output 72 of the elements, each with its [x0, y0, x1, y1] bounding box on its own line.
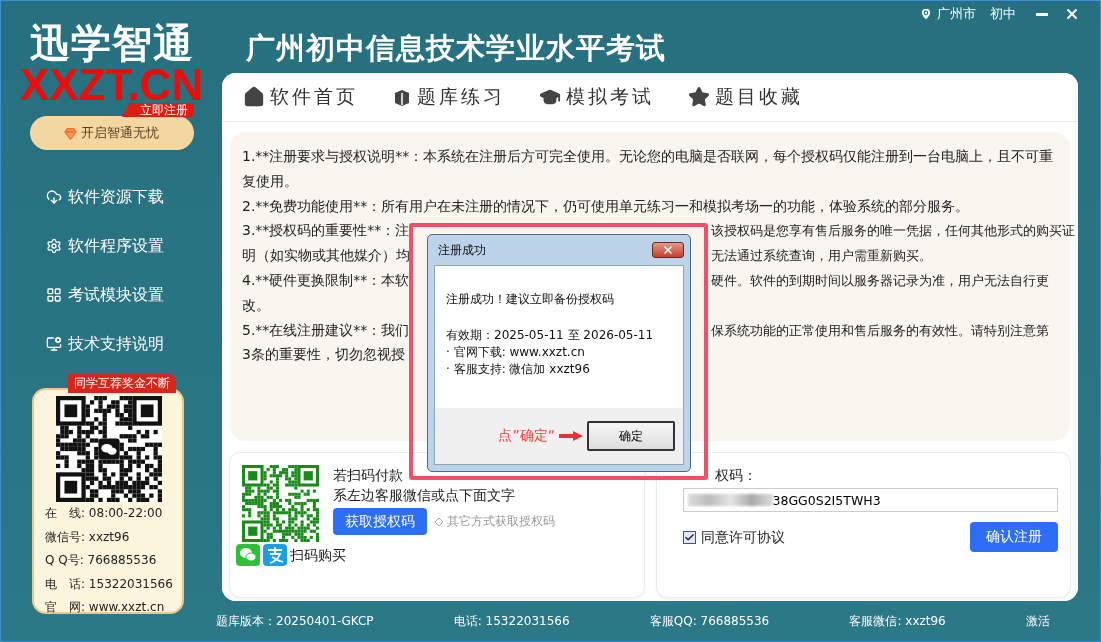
notice-text: 5.**在线注册建议**：我们: [242, 321, 410, 338]
notice-text: 3条的重要性，切勿忽视授: [242, 346, 405, 363]
grid-icon: [46, 287, 62, 303]
logo-domain: XXZT.CN: [19, 65, 204, 105]
notice-text: 明（如实物或其他媒介）均: [242, 247, 410, 264]
tab[interactable]: 模拟考试: [539, 84, 654, 110]
dialog-close-button[interactable]: [652, 242, 684, 258]
gear-icon: [46, 238, 62, 254]
agree-checkbox[interactable]: [682, 530, 696, 544]
register-tag[interactable]: 立即注册: [122, 103, 194, 117]
notice-text: 复使用。: [242, 172, 298, 189]
promo-button[interactable]: 开启智通无忧: [29, 116, 194, 150]
dialog-info: · 客服支持: 微信加 xxzt96: [446, 361, 591, 378]
hint-text: 点”确定“: [498, 427, 555, 445]
tab[interactable]: 题库练习: [392, 84, 505, 110]
tab[interactable]: 软件首页: [243, 84, 358, 110]
cloud-download-icon: [46, 189, 62, 205]
code-label: 权码：: [714, 467, 757, 483]
sidebar-item[interactable]: 软件资源下载: [46, 185, 222, 209]
notice-text: 无法通过系统查询，用户需重新购买。: [711, 248, 932, 264]
sidebar-item[interactable]: 考试模块设置: [46, 283, 222, 307]
purchase-text: 若扫码付款: [333, 466, 404, 485]
sidebar-item[interactable]: 技术支持说明: [46, 332, 222, 356]
status-text: 客服QQ: 766885536: [649, 612, 770, 630]
contact-info: 电 话: 15322031566: [45, 575, 174, 593]
logo-title: 迅学智通: [29, 21, 194, 65]
validity-text: 有效期：2025-05-11 至 2026-05-11: [446, 327, 655, 344]
notice-text: 4.**硬件更换限制**：本软: [242, 272, 410, 288]
code-input[interactable]: 38GG0S2I5TWH3: [682, 488, 1058, 512]
other-method-link[interactable]: 其它方式获取授权码: [434, 513, 555, 530]
tab[interactable]: 题目收藏: [688, 84, 803, 110]
notice-text: 该授权码是您享有售后服务的唯一凭据，任何其他形式的购买证: [711, 223, 1075, 239]
ok-button[interactable]: 确定: [587, 421, 675, 451]
notice-text: 硬件。软件的到期时间以服务器记录为准，用户无法自行更: [711, 273, 1049, 288]
scan-to-buy-label: 扫码购买: [290, 546, 346, 565]
sidebar-item[interactable]: 软件程序设置: [46, 234, 222, 258]
notice-text: 3.**授权码的重要性**：注: [242, 222, 410, 239]
status-text: 客服微信: xxzt96: [849, 612, 946, 630]
contact-info: 在 线: 08:00-22:00: [45, 505, 164, 522]
ribbon-label: 同学互荐奖金不断: [68, 374, 176, 393]
confirm-register-button[interactable]: 确认注册: [970, 522, 1058, 552]
notice-text: 改。: [242, 296, 270, 313]
close-icon: [1064, 6, 1080, 22]
contact-info: 官 网: www.xxzt.cn: [45, 599, 166, 616]
get-code-button[interactable]: 获取授权码: [333, 508, 427, 535]
dialog-message: 注册成功！建议立即备份授权码: [446, 291, 615, 308]
star-icon: [688, 86, 710, 108]
agree-label: 同意许可协议: [700, 528, 785, 547]
minimize-icon: [1036, 12, 1048, 16]
notice-text: 保系统功能的正常使用和售后服务的有效性。请特别注意第: [711, 322, 1049, 338]
home-icon: [243, 86, 265, 108]
notice-text: 1.**注册要求与授权说明**：本系统在注册后方可完全使用。无论您的电脑是否联网，每个授权码仅能注册到一台电脑上，且不可重: [242, 148, 1054, 164]
notice-text: 2.**免费功能使用**：所有用户在未注册的情况下，仍可使用单元练习一和模拟考场一的功能，体验系统的部分服务。: [242, 197, 970, 214]
location-pin-icon: [919, 7, 933, 21]
diamond-icon: [434, 516, 444, 527]
purchase-text: 系左边客服微信或点下面文字: [333, 486, 516, 505]
dialog-info: · 官网下载: www.xxzt.cn: [446, 344, 586, 361]
close-icon: [662, 244, 674, 256]
arrow-icon: [559, 431, 583, 441]
contact-info: 微信号: xxzt96: [45, 528, 131, 546]
wechat-icon: [236, 544, 260, 566]
monitor-settings-icon: [46, 336, 62, 352]
contact-info: Q Q号: 766885536: [45, 552, 158, 569]
city-label[interactable]: 广州市: [937, 5, 976, 23]
level-label[interactable]: 初中: [990, 5, 1016, 23]
status-text: 题库版本：20250401-GKCP: [216, 612, 374, 630]
activate-link[interactable]: 激活: [1025, 612, 1050, 630]
dialog-title: 注册成功: [438, 241, 486, 259]
status-text: 电话: 15322031566: [453, 612, 570, 630]
alipay-icon: [263, 544, 287, 566]
gem-icon: [64, 126, 77, 140]
app-title: 广州初中信息技术学业水平考试: [246, 30, 666, 67]
